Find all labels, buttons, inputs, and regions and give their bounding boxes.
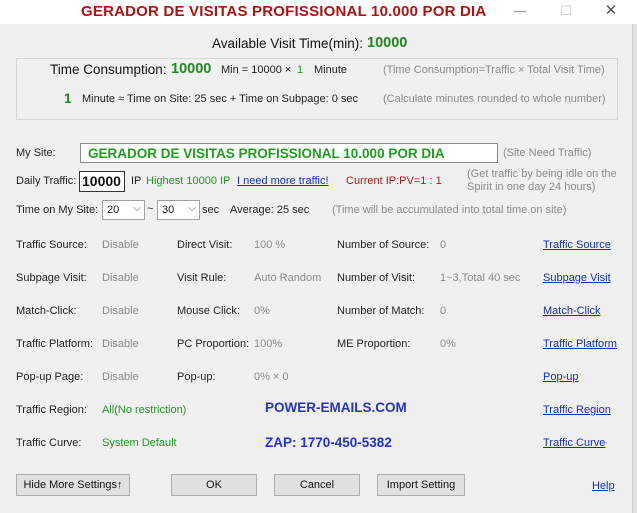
daily-note-line1: (Get traffic by being idle on the (467, 168, 617, 180)
daily-traffic-input[interactable]: 10000 (79, 171, 125, 192)
daily-note-line2: Spirit in one day 24 hours) (467, 181, 596, 193)
app-window: GERADOR DE VISITAS PROFISSIONAL 10.000 P… (0, 0, 637, 513)
number-of-visit-label: Number of Visit: (337, 272, 416, 284)
traffic-curve-label: Traffic Curve: (16, 437, 82, 449)
minimize-icon[interactable]: — (505, 1, 535, 21)
popup-page-value: Disable (102, 371, 139, 383)
popup-value: 0% × 0 (254, 371, 289, 383)
title-bar: GERADOR DE VISITAS PROFISSIONAL 10.000 P… (0, 0, 637, 24)
average-time: Average: 25 sec (230, 204, 310, 216)
subpage-visit-label: Subpage Visit: (16, 272, 87, 284)
promo-email: POWER-EMAILS.COM (265, 400, 407, 415)
traffic-curve-value: System Default (102, 437, 177, 449)
traffic-curve-link[interactable]: Traffic Curve (543, 437, 605, 449)
time-on-site-label: Time on My Site: (16, 204, 99, 216)
pc-proportion-value: 100% (254, 338, 283, 350)
mouse-click-value: 0% (254, 305, 270, 317)
site-note: (Site Need Traffic) (503, 147, 592, 159)
traffic-region-value: All(No restriction) (102, 404, 187, 416)
hide-more-settings-button[interactable]: Hide More Settings↑ (16, 474, 130, 496)
more-traffic-link[interactable]: I need more traffic! (237, 175, 329, 187)
time-unit: sec (202, 204, 220, 216)
match-click-value: Disable (102, 305, 139, 317)
chevron-down-icon: ⌵ (188, 203, 196, 214)
minute-value: 1 (64, 91, 72, 106)
visit-rule-label: Visit Rule: (177, 272, 227, 284)
number-of-match-value: 0 (440, 305, 447, 317)
time-note: (Time will be accumulated into total tim… (332, 204, 567, 216)
promo-zap: ZAP: 1770-450-5382 (265, 435, 392, 450)
minute-note: (Calculate minutes rounded to whole numb… (383, 93, 606, 105)
match-click-label: Match-Click: (16, 305, 77, 317)
visit-rule-value: Auto Random (254, 272, 322, 284)
traffic-region-link[interactable]: Traffic Region (543, 404, 611, 416)
time-to-select[interactable]: 30 ⌵ (157, 200, 200, 220)
consumption-label: Time Consumption: (50, 62, 167, 77)
me-proportion-label: ME Proportion: (337, 338, 411, 350)
vertical-scrollbar[interactable] (632, 24, 637, 513)
number-of-source-label: Number of Source: (337, 239, 430, 251)
traffic-region-label: Traffic Region: (16, 404, 87, 416)
traffic-platform-value: Disable (102, 338, 139, 350)
daily-traffic-unit: IP (131, 175, 142, 187)
import-setting-button[interactable]: Import Setting (377, 474, 465, 496)
direct-visit-value: 100 % (254, 239, 286, 251)
window-title: GERADOR DE VISITAS PROFISSIONAL 10.000 P… (81, 3, 487, 20)
consumption-formula: Min = 10000 × (221, 64, 292, 76)
traffic-platform-link[interactable]: Traffic Platform (543, 338, 617, 350)
match-click-link[interactable]: Match-Click (543, 305, 600, 317)
mouse-click-label: Mouse Click: (177, 305, 240, 317)
time-from-select[interactable]: 20 ⌵ (102, 200, 145, 220)
help-link[interactable]: Help (592, 480, 615, 492)
traffic-source-label: Traffic Source: (16, 239, 87, 251)
highest-traffic: Highest 10000 IP (146, 175, 231, 187)
maximize-icon[interactable]: ☐ (551, 1, 581, 21)
time-range-separator: ~ (147, 203, 154, 215)
traffic-source-value: Disable (102, 239, 139, 251)
time-to-value: 30 (162, 204, 175, 216)
available-time-value: 10000 (367, 35, 408, 51)
popup-label: Pop-up: (177, 371, 216, 383)
traffic-source-link[interactable]: Traffic Source (543, 239, 611, 251)
time-from-value: 20 (107, 204, 120, 216)
cancel-button[interactable]: Cancel (274, 474, 360, 496)
number-of-source-value: 0 (440, 239, 447, 251)
number-of-match-label: Number of Match: (337, 305, 425, 317)
minute-formula: Minute ≈ Time on Site: 25 sec + Time on … (82, 93, 358, 105)
daily-traffic-label: Daily Traffic: (16, 175, 77, 187)
consumption-value: 10000 (171, 61, 212, 77)
consumption-unit: Minute (314, 64, 348, 76)
me-proportion-value: 0% (440, 338, 456, 350)
pc-proportion-label: PC Proportion: (177, 338, 250, 350)
consumption-multiplier: 1 (297, 64, 304, 76)
number-of-visit-value: 1~3,Total 40 sec (440, 272, 521, 284)
popup-page-label: Pop-up Page: (16, 371, 84, 383)
my-site-label: My Site: (16, 147, 56, 159)
subpage-visit-value: Disable (102, 272, 139, 284)
site-url-input[interactable]: GERADOR DE VISITAS PROFISSIONAL 10.000 P… (80, 143, 498, 163)
popup-link[interactable]: Pop-up (543, 371, 578, 383)
consumption-note: (Time Consumption=Traffic × Total Visit … (383, 64, 605, 76)
traffic-platform-label: Traffic Platform: (16, 338, 94, 350)
ok-button[interactable]: OK (171, 474, 257, 496)
current-ip-ratio: Current IP:PV=1 : 1 (346, 175, 442, 187)
close-icon[interactable]: ✕ (596, 1, 626, 21)
chevron-down-icon: ⌵ (133, 203, 141, 214)
available-time-label: Available Visit Time(min): (212, 36, 364, 51)
subpage-visit-link[interactable]: Subpage Visit (543, 272, 611, 284)
direct-visit-label: Direct Visit: (177, 239, 233, 251)
